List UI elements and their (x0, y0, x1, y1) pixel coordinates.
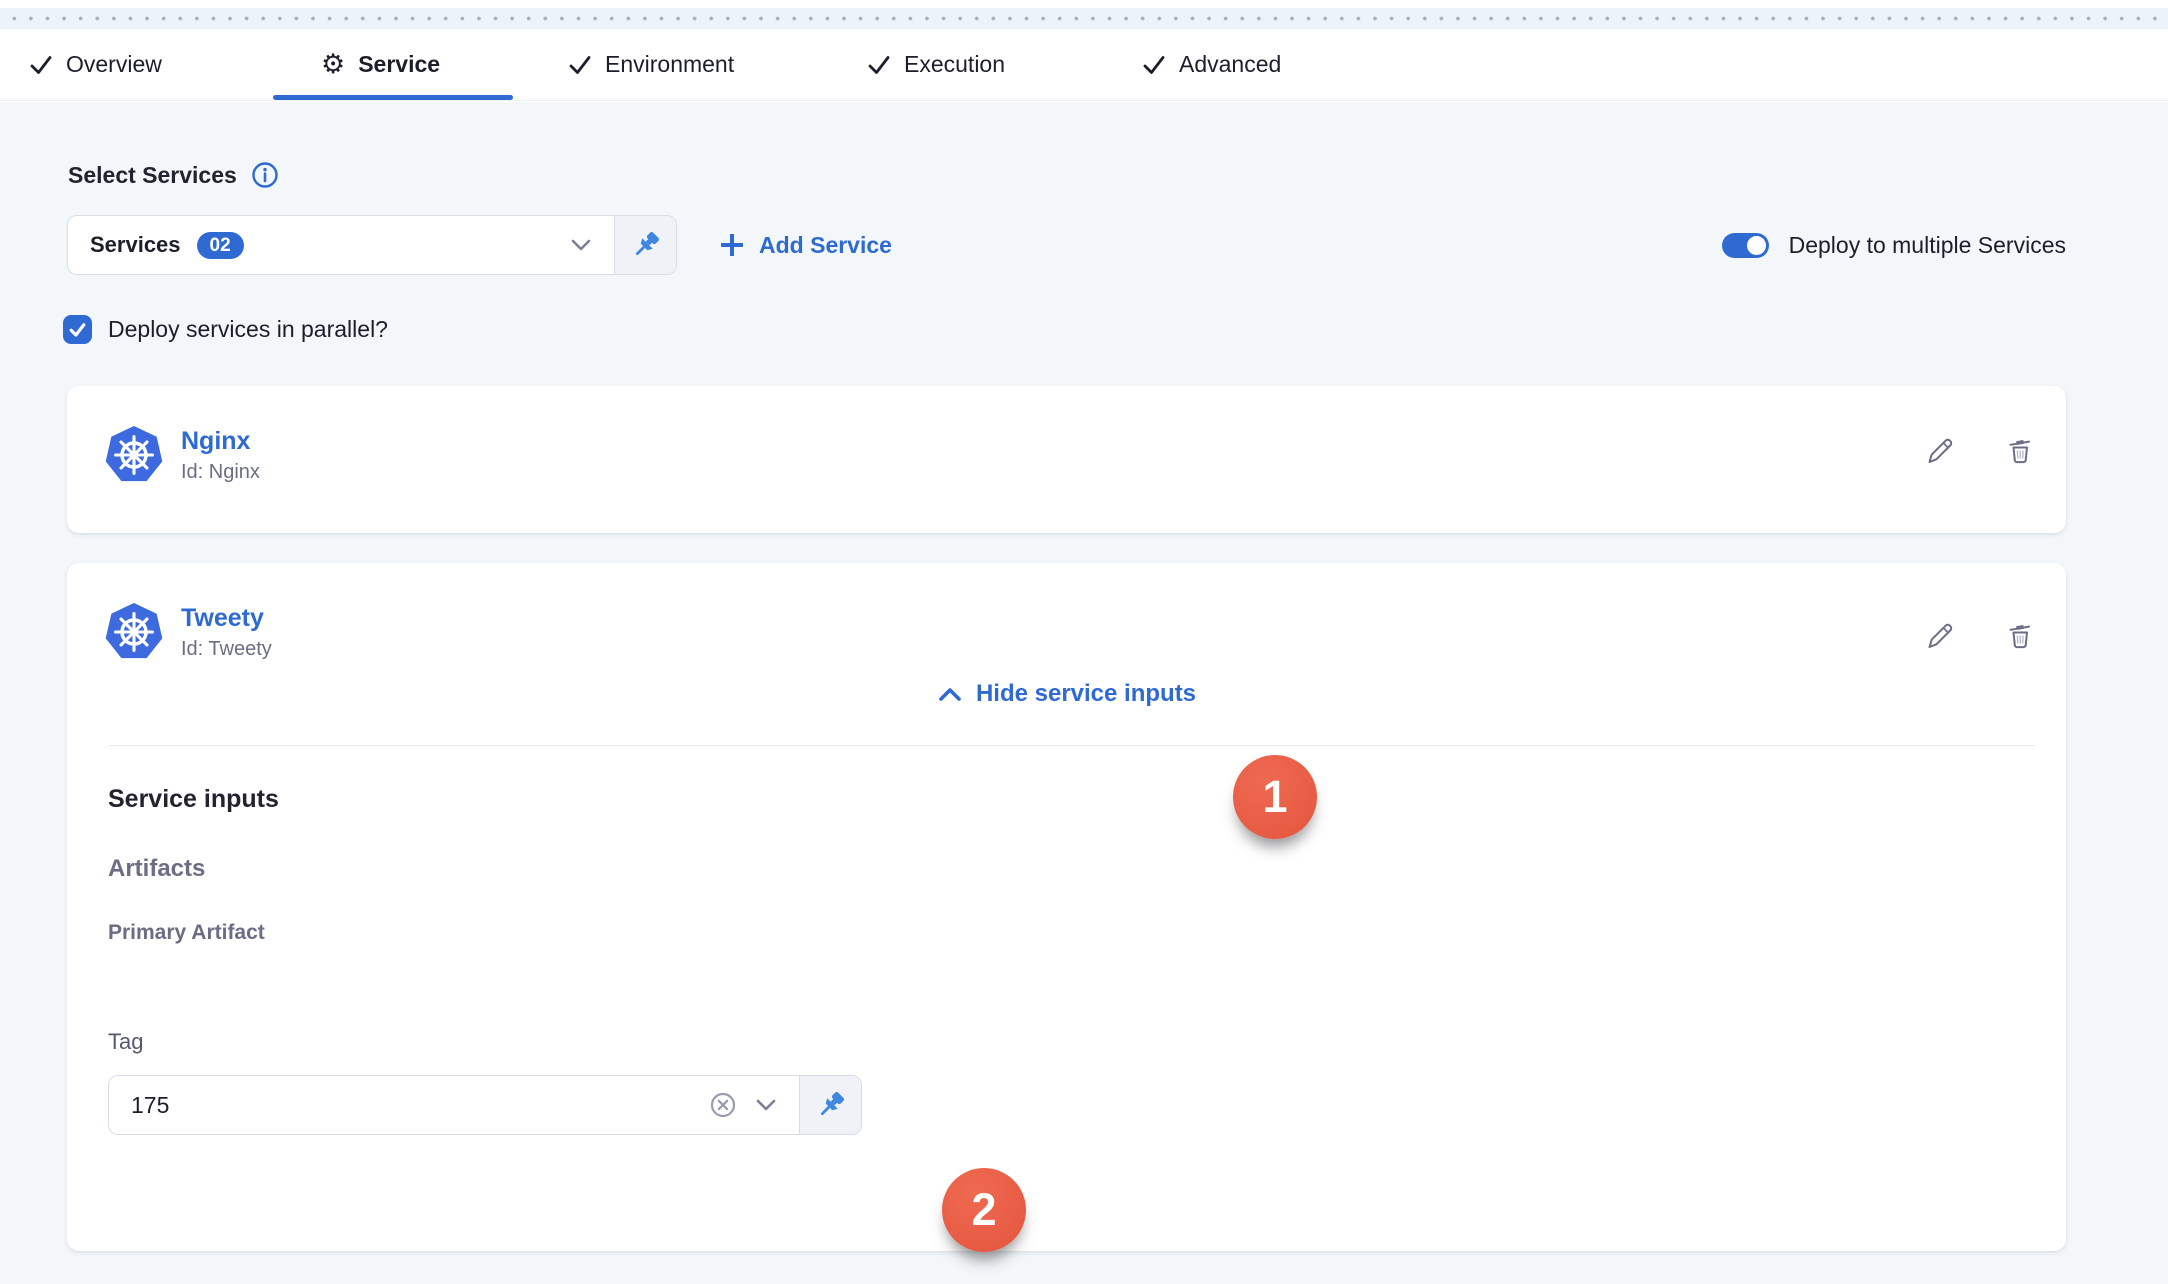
edit-icon[interactable] (1924, 620, 1956, 652)
chevron-down-icon[interactable] (755, 1098, 777, 1112)
add-service-button[interactable]: Add Service (719, 215, 892, 275)
deploy-multiple-toggle[interactable] (1722, 233, 1769, 258)
tab-advanced[interactable]: Advanced (1142, 29, 1281, 100)
plus-icon (719, 232, 745, 258)
edit-icon[interactable] (1924, 435, 1956, 467)
service-id: Id: Tweety (181, 638, 272, 661)
divider (108, 745, 2035, 746)
annotation-number: 1 (1262, 771, 1287, 823)
chevron-down-icon[interactable] (570, 238, 592, 252)
deploy-parallel-checkbox[interactable] (63, 315, 92, 344)
card-actions (1924, 435, 2036, 467)
service-name-link[interactable]: Nginx (181, 427, 260, 456)
toggle-knob (1747, 236, 1766, 255)
tab-label: Advanced (1179, 51, 1281, 78)
service-id: Id: Nginx (181, 461, 260, 484)
check-icon (29, 53, 53, 77)
card-actions (1924, 620, 2036, 652)
canvas-dot-strip (0, 8, 2168, 29)
pin-icon (814, 1088, 848, 1122)
service-card-nginx: Nginx Id: Nginx (67, 386, 2066, 533)
check-icon (1142, 53, 1166, 77)
tab-label: Execution (904, 51, 1005, 78)
tag-pin-button[interactable] (799, 1076, 861, 1134)
tab-label: Service (358, 51, 440, 78)
deploy-parallel-label: Deploy services in parallel? (108, 316, 388, 343)
add-service-label: Add Service (759, 232, 892, 259)
service-tab-content: Select Services Services 02 (0, 102, 2168, 1284)
stage-tab-bar: Overview ⚙︎ Service Environment Executio… (0, 29, 2168, 101)
deploy-multiple-label: Deploy to multiple Services (1789, 232, 2066, 259)
check-icon (568, 53, 592, 77)
deploy-parallel-row: Deploy services in parallel? (63, 315, 388, 344)
tab-overview[interactable]: Overview (29, 29, 162, 100)
tag-input[interactable] (131, 1092, 692, 1119)
tag-field-main (109, 1076, 799, 1134)
tab-label: Overview (66, 51, 162, 78)
tab-environment[interactable]: Environment (568, 29, 734, 100)
artifacts-heading: Artifacts (108, 855, 205, 883)
services-select-pin-button[interactable] (614, 216, 676, 274)
service-head: Tweety Id: Tweety (103, 601, 272, 663)
service-card-tweety: Tweety Id: Tweety (67, 563, 2066, 1251)
services-select[interactable]: Services 02 (67, 215, 677, 275)
active-tab-underline (273, 95, 513, 100)
delete-icon[interactable] (2004, 620, 2036, 652)
select-services-label: Select Services (68, 162, 237, 189)
info-icon[interactable] (250, 160, 280, 190)
hide-service-inputs-link[interactable]: Hide service inputs (67, 680, 2066, 708)
annotation-marker-1: 1 (1233, 755, 1317, 839)
tab-execution[interactable]: Execution (867, 29, 1005, 100)
services-count-badge: 02 (197, 232, 244, 259)
tag-label: Tag (108, 1029, 143, 1055)
annotation-number: 2 (971, 1184, 996, 1236)
kubernetes-icon (103, 424, 165, 486)
services-select-main[interactable]: Services 02 (68, 216, 614, 274)
gear-icon: ⚙︎ (321, 51, 345, 78)
service-head: Nginx Id: Nginx (103, 424, 260, 486)
kubernetes-icon (103, 601, 165, 663)
check-icon (867, 53, 891, 77)
tab-service[interactable]: ⚙︎ Service (321, 29, 440, 100)
annotation-marker-2: 2 (942, 1168, 1026, 1252)
tab-label: Environment (605, 51, 734, 78)
hide-service-inputs-label: Hide service inputs (976, 680, 1196, 708)
delete-icon[interactable] (2004, 435, 2036, 467)
deploy-multiple-row: Deploy to multiple Services (1722, 215, 2066, 275)
pipeline-stage-config-screen: Overview ⚙︎ Service Environment Executio… (0, 0, 2168, 1284)
service-name-link[interactable]: Tweety (181, 604, 272, 633)
primary-artifact-heading: Primary Artifact (108, 921, 265, 945)
tag-field (108, 1075, 862, 1135)
services-select-value: Services (90, 232, 181, 258)
select-services-row: Select Services (68, 160, 280, 190)
pin-icon (629, 228, 663, 262)
service-inputs-title: Service inputs (108, 785, 279, 814)
clear-icon[interactable] (708, 1090, 738, 1120)
chevron-up-icon (937, 686, 963, 703)
